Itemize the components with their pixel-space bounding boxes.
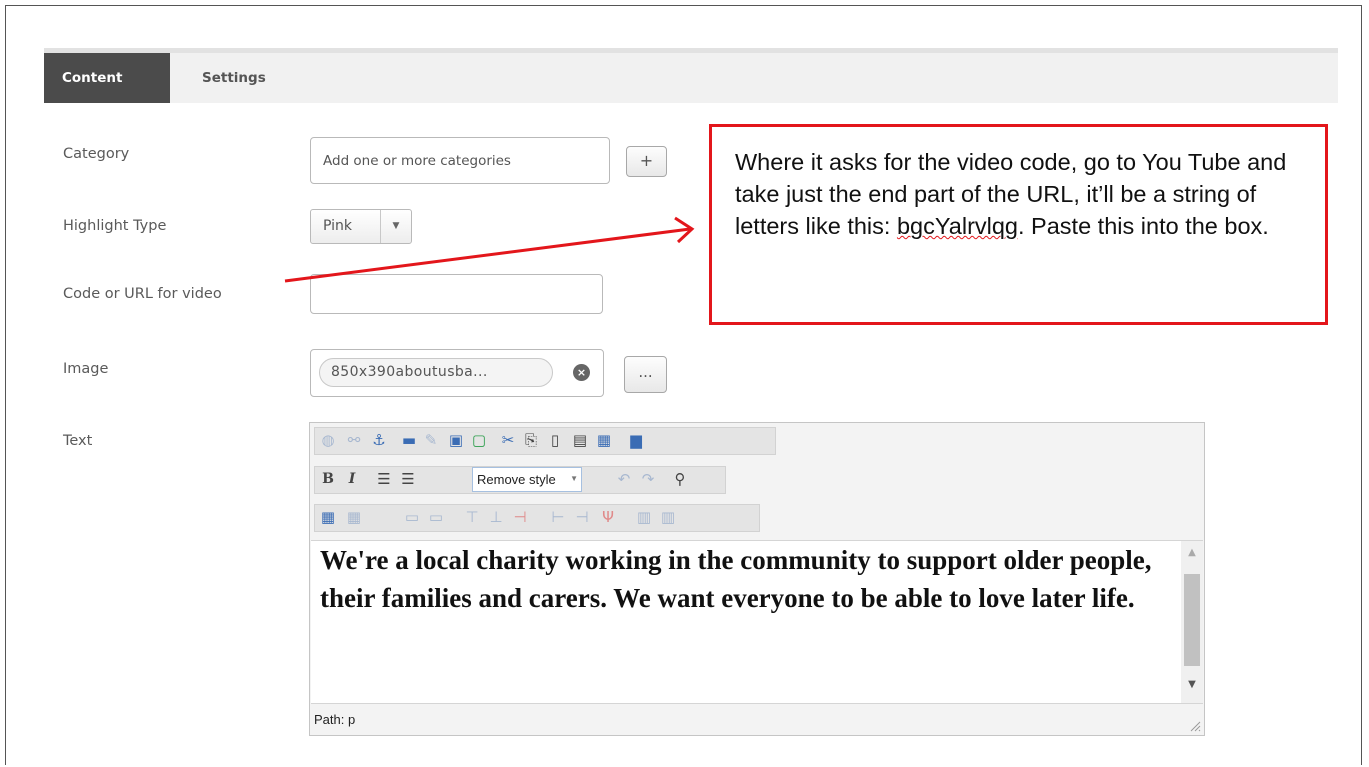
highlight-type-value: Pink <box>323 218 353 234</box>
copy-icon[interactable]: ⎘ <box>521 430 541 450</box>
insert-col-after-icon[interactable]: ⊣ <box>572 507 592 527</box>
rich-text-editor: ◍ ⚯ ⚓ ▬ ✎ ▣ ▢ ✂ ⎘ ▯ ▤ ▦ ▆ B I ☰ ☰ Remove… <box>309 422 1205 736</box>
unlink-icon[interactable]: ⚯ <box>344 430 364 450</box>
bold-icon[interactable]: B <box>318 469 338 489</box>
scroll-down-icon[interactable]: ▼ <box>1181 679 1203 690</box>
browse-image-button[interactable]: ... <box>624 356 667 393</box>
edit-image-icon[interactable]: ✎ <box>421 430 441 450</box>
cut-icon[interactable]: ✂ <box>498 430 518 450</box>
insert-col-before-icon[interactable]: ⊢ <box>548 507 568 527</box>
tab-content[interactable]: Content <box>44 53 170 103</box>
tab-bar: Content Settings <box>44 48 1338 103</box>
tab-settings[interactable]: Settings <box>184 53 284 103</box>
split-cells-icon[interactable]: ▥ <box>658 507 678 527</box>
bullet-list-icon[interactable]: ☰ <box>374 469 394 489</box>
resize-grip-icon[interactable] <box>1189 720 1201 732</box>
highlight-type-select[interactable]: Pink ▼ <box>310 209 412 244</box>
numbered-list-icon[interactable]: ☰ <box>398 469 418 489</box>
highlight-type-label: Highlight Type <box>63 218 167 234</box>
style-select[interactable]: Remove style ▼ <box>472 467 582 492</box>
category-input[interactable]: Add one or more categories <box>310 137 610 184</box>
paste-icon[interactable]: ▯ <box>545 430 565 450</box>
cell-icon[interactable]: ▭ <box>426 507 446 527</box>
editor-content-area[interactable]: We're a local charity working in the com… <box>311 540 1203 704</box>
undo-icon[interactable]: ↶ <box>614 469 634 489</box>
image-picker[interactable]: 850x390aboutusba... <box>310 349 604 397</box>
editor-path: Path: p <box>314 712 356 727</box>
anchor-icon[interactable]: ⚓ <box>369 430 389 450</box>
category-label: Category <box>63 146 130 162</box>
image-label: Image <box>63 361 109 377</box>
row-icon[interactable]: ▭ <box>402 507 422 527</box>
flash-icon[interactable]: ▢ <box>469 430 489 450</box>
macro-icon[interactable]: ▆ <box>626 430 646 450</box>
chevron-down-icon: ▼ <box>570 474 578 483</box>
text-label: Text <box>63 433 93 449</box>
redo-icon[interactable]: ↷ <box>638 469 658 489</box>
chevron-down-icon[interactable]: ▼ <box>380 210 411 243</box>
delete-row-icon[interactable]: ⊣ <box>510 507 530 527</box>
add-category-button[interactable]: + <box>626 146 667 177</box>
image-icon[interactable]: ▬ <box>399 430 419 450</box>
italic-icon[interactable]: I <box>342 469 362 489</box>
insert-row-after-icon[interactable]: ⊥ <box>486 507 506 527</box>
image-filename: 850x390aboutusba... <box>319 358 553 387</box>
style-select-value: Remove style <box>477 472 556 487</box>
paste-text-icon[interactable]: ▤ <box>570 430 590 450</box>
table-props-icon[interactable]: ▦ <box>344 507 364 527</box>
table-icon[interactable]: ▦ <box>318 507 338 527</box>
search-icon[interactable]: ⚲ <box>670 469 690 489</box>
video-code-label: Code or URL for video <box>63 286 222 302</box>
delete-col-icon[interactable]: Ψ <box>598 507 618 527</box>
callout-text: Where it asks for the video code, go to … <box>735 149 1287 239</box>
insert-media-icon[interactable]: ▣ <box>446 430 466 450</box>
scrollbar-thumb[interactable] <box>1184 574 1200 666</box>
editor-content-text: We're a local charity working in the com… <box>320 545 1152 613</box>
editor-scrollbar[interactable]: ▲ ▼ <box>1181 541 1203 703</box>
merge-cells-icon[interactable]: ▥ <box>634 507 654 527</box>
clear-icon[interactable]: × <box>573 364 590 381</box>
annotation-callout: Where it asks for the video code, go to … <box>709 124 1328 325</box>
insert-row-before-icon[interactable]: ⊤ <box>462 507 482 527</box>
video-code-example: bgcYalrvlqg <box>896 213 1018 239</box>
globe-icon[interactable]: ◍ <box>318 430 338 450</box>
scroll-up-icon[interactable]: ▲ <box>1181 547 1203 558</box>
video-code-input[interactable] <box>310 274 603 314</box>
paste-word-icon[interactable]: ▦ <box>594 430 614 450</box>
